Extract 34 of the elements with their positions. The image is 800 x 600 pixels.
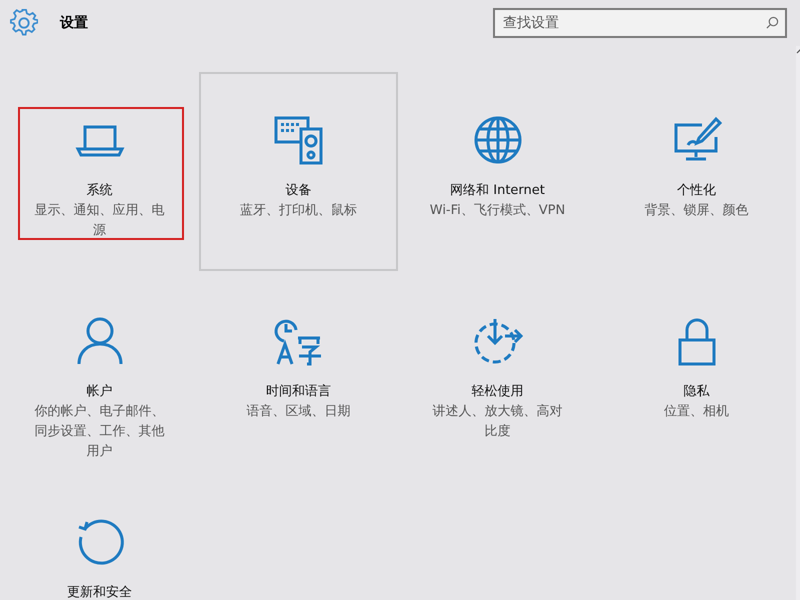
settings-icon [10,9,38,37]
tile-description: Wi-Fi、飞行模式、VPN [428,202,566,220]
tile-description: 蓝牙、打印机、鼠标 [239,202,358,220]
tile-title: 个性化 [677,182,716,200]
tile-description: 背景、锁屏、颜色 [644,202,750,220]
tile-description: 显示、通知、应用、电源 [34,202,166,240]
settings-tile[interactable]: 设备 蓝牙、打印机、鼠标 [199,72,398,271]
settings-tile[interactable]: 更新和安全 [0,474,199,600]
settings-tile[interactable]: 轻松使用 讲述人、放大镜、高对比度 [398,273,597,472]
tile-description: 讲述人、放大镜、高对比度 [432,403,564,441]
tile-description: 位置、相机 [663,403,730,421]
globe-icon [472,115,522,165]
tile-title: 时间和语言 [266,383,331,401]
tile-title: 设备 [286,182,312,200]
dashed-circle-arrow-icon [472,316,522,366]
keyboard-speaker-icon [274,115,324,165]
person-icon [74,316,124,366]
tile-title: 隐私 [684,383,710,401]
tile-title: 更新和安全 [67,584,132,600]
settings-tile[interactable]: 个性化 背景、锁屏、颜色 [597,72,796,271]
settings-tile[interactable]: 隐私 位置、相机 [597,273,796,472]
search-field[interactable]: 查找设置 [493,8,787,38]
tile-title: 帐户 [86,383,112,401]
tile-description: 你的帐户、电子邮件、同步设置、工作、其他用户 [34,403,166,461]
tile-title: 轻松使用 [472,383,524,401]
search-icon[interactable] [766,16,779,29]
settings-tile[interactable]: 帐户 你的帐户、电子邮件、同步设置、工作、其他用户 [0,273,199,472]
tile-title: 网络和 Internet [450,182,545,200]
settings-tile[interactable]: 网络和 Internet Wi-Fi、飞行模式、VPN [398,72,597,271]
settings-tile[interactable]: 系统 显示、通知、应用、电源 [0,72,199,271]
tile-description: 语音、区域、日期 [246,403,352,421]
page-title: 设置 [60,14,88,32]
tile-title: 系统 [86,182,112,200]
settings-tile[interactable]: 时间和语言 语音、区域、日期 [199,273,398,472]
